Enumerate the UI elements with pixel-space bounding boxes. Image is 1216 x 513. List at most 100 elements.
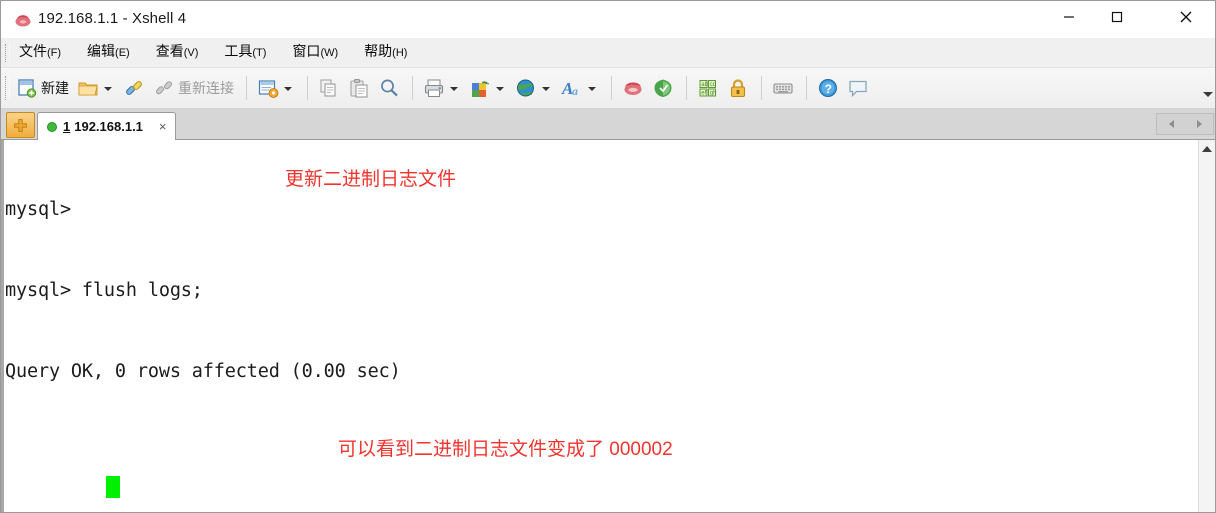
disconnect-button[interactable]: 重新连接 bbox=[150, 73, 237, 103]
copy-button[interactable] bbox=[315, 73, 343, 103]
open-sessions-button[interactable] bbox=[74, 73, 118, 103]
terminal-cursor bbox=[106, 476, 120, 498]
print-caret-icon[interactable] bbox=[450, 84, 459, 93]
menu-item-tools[interactable]: 工具(T) bbox=[224, 37, 278, 68]
reconnect-label: 重新连接 bbox=[178, 80, 234, 96]
copy-icon bbox=[318, 77, 340, 99]
session-tab-1[interactable]: 1 192.168.1.1 × bbox=[37, 112, 176, 140]
font-icon: A a bbox=[561, 77, 583, 99]
toolbar-overflow-button[interactable] bbox=[1199, 73, 1215, 103]
toolbar-separator-4 bbox=[611, 76, 612, 100]
title-bar: 192.168.1.1 - Xshell 4 bbox=[1, 1, 1215, 38]
xshell-button[interactable] bbox=[619, 73, 647, 103]
menu-item-window[interactable]: 窗口(W) bbox=[292, 37, 350, 68]
menu-view-key: (V) bbox=[183, 47, 199, 59]
tab-number: 1 bbox=[63, 119, 71, 134]
help-icon: ? bbox=[817, 77, 839, 99]
new-session-button[interactable]: 新建 bbox=[13, 73, 72, 103]
find-button[interactable] bbox=[375, 73, 403, 103]
menu-edit-label: 编辑 bbox=[87, 43, 116, 59]
annotation-flush-logs: 更新二进制日志文件 bbox=[285, 169, 457, 190]
tab-label: 192.168.1.1 bbox=[74, 119, 143, 134]
chat-bubble-icon bbox=[847, 77, 869, 99]
lock-icon bbox=[727, 77, 749, 99]
color-scheme-button[interactable] bbox=[466, 73, 510, 103]
color-palette-icon bbox=[469, 77, 491, 99]
quick-command-grid-icon: ab cd ef gh bbox=[697, 77, 719, 99]
tab-scroll-right-icon[interactable] bbox=[1191, 115, 1207, 133]
lock-button[interactable] bbox=[724, 73, 752, 103]
tab-close-icon[interactable]: × bbox=[159, 120, 167, 133]
session-properties-caret-icon[interactable] bbox=[284, 84, 293, 93]
keyboard-icon bbox=[772, 77, 794, 99]
menu-edit-key: (E) bbox=[115, 47, 130, 59]
toolbar-grip[interactable] bbox=[5, 76, 10, 100]
new-file-icon bbox=[16, 77, 38, 99]
svg-text:ef: ef bbox=[701, 91, 706, 97]
menu-item-view[interactable]: 查看(V) bbox=[156, 37, 211, 68]
tab-scroll-left-icon[interactable] bbox=[1163, 115, 1179, 133]
help-button[interactable]: ? bbox=[814, 73, 842, 103]
terminal-line: mysql> flush logs; bbox=[5, 280, 203, 301]
menu-file-label: 文件 bbox=[19, 43, 47, 59]
new-tab-button[interactable] bbox=[6, 112, 35, 138]
connect-icon bbox=[123, 77, 145, 99]
terminal-output: mysql> mysql> flush logs; Query OK, 0 ro… bbox=[5, 142, 939, 512]
menu-bar: 文件(F) 编辑(E) 查看(V) 工具(T) 窗口(W) 帮助(H) bbox=[1, 37, 1215, 68]
print-icon bbox=[423, 77, 445, 99]
menu-window-label: 窗口 bbox=[292, 43, 321, 59]
terminal-screen[interactable]: mysql> mysql> flush logs; Query OK, 0 ro… bbox=[1, 140, 1215, 512]
svg-text:?: ? bbox=[825, 82, 832, 96]
close-button[interactable] bbox=[1162, 1, 1210, 32]
svg-text:ab: ab bbox=[701, 82, 708, 88]
menu-help-key: (H) bbox=[392, 47, 408, 59]
open-folder-icon bbox=[77, 77, 99, 99]
menu-tools-key: (T) bbox=[252, 47, 267, 59]
font-button[interactable]: A a bbox=[558, 73, 602, 103]
tab-status-dot-icon bbox=[47, 121, 57, 132]
globe-icon bbox=[515, 77, 537, 99]
open-sessions-caret-icon[interactable] bbox=[104, 84, 113, 93]
menu-tools-label: 工具 bbox=[224, 43, 253, 59]
maximize-button[interactable] bbox=[1093, 1, 1141, 32]
terminal-line: Query OK, 0 rows affected (0.00 sec) bbox=[5, 361, 401, 382]
toolbar-separator-2 bbox=[307, 76, 308, 100]
annotation-binlog-file: 可以看到二进制日志文件变成了 000002 bbox=[338, 439, 673, 460]
chat-button[interactable] bbox=[844, 73, 872, 103]
paste-icon bbox=[348, 77, 370, 99]
quick-command-button[interactable]: ab cd ef gh bbox=[694, 73, 722, 103]
session-properties-button[interactable] bbox=[254, 73, 298, 103]
menu-file-key: (F) bbox=[47, 47, 62, 59]
new-session-label: 新建 bbox=[41, 80, 69, 96]
scroll-up-button[interactable] bbox=[1199, 140, 1215, 157]
keyboard-button[interactable] bbox=[769, 73, 797, 103]
paste-button[interactable] bbox=[345, 73, 373, 103]
terminal-left-edge bbox=[1, 140, 4, 512]
connect-button[interactable] bbox=[120, 73, 148, 103]
menu-item-file[interactable]: 文件(F) bbox=[19, 37, 73, 68]
minimize-button[interactable] bbox=[1045, 1, 1093, 32]
menu-window-key: (W) bbox=[320, 47, 339, 59]
color-scheme-caret-icon[interactable] bbox=[496, 84, 505, 93]
svg-text:cd: cd bbox=[710, 82, 716, 88]
print-button[interactable] bbox=[420, 73, 464, 103]
menu-view-label: 查看 bbox=[155, 43, 184, 59]
xftp-icon bbox=[652, 77, 674, 99]
menu-grip[interactable] bbox=[5, 44, 10, 62]
toolbar-separator-7 bbox=[806, 76, 807, 100]
web-transfer-button[interactable] bbox=[512, 73, 556, 103]
toolbar-separator-5 bbox=[686, 76, 687, 100]
xftp-button[interactable] bbox=[649, 73, 677, 103]
tab-nav-group bbox=[1156, 113, 1214, 135]
xshell-icon bbox=[622, 77, 644, 99]
terminal-scrollbar[interactable] bbox=[1198, 140, 1215, 512]
menu-item-help[interactable]: 帮助(H) bbox=[364, 37, 419, 68]
window-title: 192.168.1.1 - Xshell 4 bbox=[38, 10, 187, 27]
menu-item-edit[interactable]: 编辑(E) bbox=[87, 37, 142, 68]
font-caret-icon[interactable] bbox=[588, 84, 597, 93]
xshell-logo-icon bbox=[14, 11, 32, 29]
menu-help-label: 帮助 bbox=[364, 43, 393, 59]
toolbar-separator-6 bbox=[761, 76, 762, 100]
web-transfer-caret-icon[interactable] bbox=[542, 84, 551, 93]
session-properties-icon bbox=[257, 77, 279, 99]
